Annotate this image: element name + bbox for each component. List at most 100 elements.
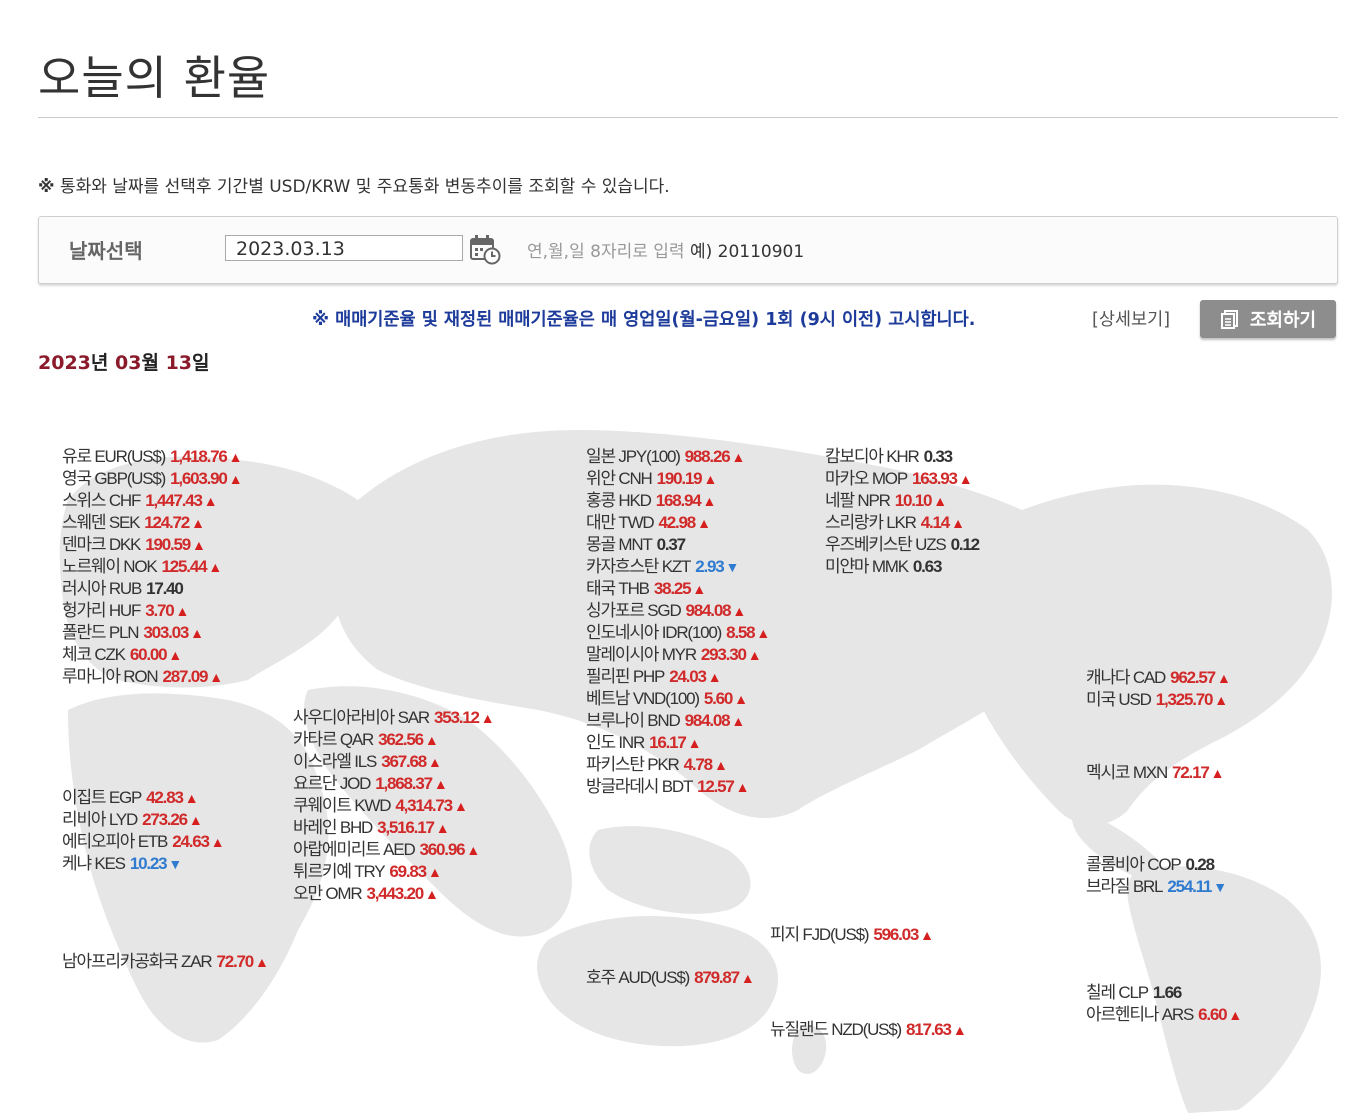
date-month: 03: [115, 352, 142, 374]
rate-item[interactable]: 케냐 KES 10.23 ▼: [62, 849, 182, 874]
up-triangle-icon: ▲: [1216, 670, 1231, 686]
rate-value: 3,443.20: [366, 884, 424, 903]
selected-date-heading: 2023년 03월 13일: [38, 348, 210, 375]
date-day: 13: [165, 352, 193, 374]
rate-item[interactable]: 남아프리카공화국 ZAR 72.70 ▲: [62, 947, 269, 972]
up-triangle-icon: ▲: [192, 537, 206, 553]
currency-label: 케냐 KES: [62, 854, 126, 873]
up-triangle-icon: ▲: [466, 842, 481, 858]
calendar-icon[interactable]: [469, 233, 501, 265]
up-triangle-icon: ▲: [184, 790, 199, 806]
up-triangle-icon: ▲: [191, 515, 205, 531]
rate-value: 817.63: [906, 1020, 952, 1039]
date-format-hint: 연,월,일 8자리로 입력 예) 20110901: [527, 237, 804, 262]
up-triangle-icon: ▲: [735, 779, 750, 795]
up-triangle-icon: ▲: [1214, 692, 1229, 708]
up-triangle-icon: ▲: [952, 1022, 967, 1038]
up-triangle-icon: ▲: [209, 669, 224, 685]
currency-label: 아르헨티나 ARS: [1086, 1005, 1194, 1024]
up-triangle-icon: ▲: [1210, 765, 1225, 781]
up-triangle-icon: ▲: [433, 776, 448, 792]
rate-value: 353.12: [433, 708, 480, 727]
query-button[interactable]: 조회하기: [1200, 300, 1336, 338]
hint-example: 예) 20110901: [689, 242, 805, 262]
up-triangle-icon: ▲: [188, 812, 203, 828]
date-month-unit: 월: [141, 352, 159, 374]
currency-label: 뉴질랜드 NZD(US$): [770, 1020, 902, 1039]
up-triangle-icon: ▲: [933, 493, 948, 509]
date-day-unit: 일: [192, 352, 210, 374]
up-triangle-icon: ▲: [208, 559, 223, 575]
rate-value: 287.09: [162, 667, 208, 686]
rate-value: 0.12: [950, 535, 981, 554]
query-button-label: 조회하기: [1249, 310, 1317, 331]
up-triangle-icon: ▲: [255, 954, 269, 970]
up-triangle-icon: ▲: [428, 754, 442, 770]
rate-value: 0.63: [912, 557, 943, 576]
up-triangle-icon: ▲: [958, 471, 973, 487]
currency-label: 미국 USD: [1086, 690, 1152, 709]
rate-value: 6.60: [1198, 1005, 1228, 1024]
rate-item[interactable]: 호주 AUD(US$) 879.87 ▲: [586, 963, 755, 988]
up-triangle-icon: ▲: [203, 493, 218, 509]
rate-item[interactable]: 루마니아 RON 287.09 ▲: [62, 662, 223, 687]
rate-value: 879.87: [694, 968, 740, 987]
rate-value: 10.23: [129, 854, 168, 873]
up-triangle-icon: ▲: [424, 732, 439, 748]
rate-item[interactable]: 미얀마 MMK 0.63: [825, 552, 943, 577]
up-triangle-icon: ▲: [687, 735, 702, 751]
date-input[interactable]: 2023.03.13: [225, 235, 463, 261]
up-triangle-icon: ▲: [435, 820, 450, 836]
currency-label: 남아프리카공화국 ZAR: [62, 952, 213, 971]
down-triangle-icon: ▼: [725, 559, 740, 575]
up-triangle-icon: ▲: [707, 669, 722, 685]
title-divider: [38, 117, 1338, 118]
up-triangle-icon: ▲: [692, 581, 707, 597]
up-triangle-icon: ▲: [228, 449, 243, 465]
up-triangle-icon: ▲: [427, 864, 442, 880]
down-triangle-icon: ▼: [168, 856, 183, 872]
rate-value: 596.03: [873, 925, 919, 944]
rate-item[interactable]: 아르헨티나 ARS 6.60 ▲: [1086, 1000, 1242, 1025]
up-triangle-icon: ▲: [756, 625, 771, 641]
rate-item[interactable]: 피지 FJD(US$) 596.03 ▲: [770, 920, 934, 945]
notice-body: 통화와 날짜를 선택후 기간별 USD/KRW 및 주요통화 변동추이를 조회할…: [59, 177, 670, 197]
currency-label: 피지 FJD(US$): [770, 925, 870, 944]
up-triangle-icon: ▲: [920, 927, 935, 943]
currency-label: 브라질 BRL: [1086, 877, 1164, 896]
rate-item[interactable]: 멕시코 MXN 72.17 ▲: [1086, 758, 1224, 783]
up-triangle-icon: ▲: [175, 603, 190, 619]
currency-label: 미얀마 MMK: [825, 557, 909, 576]
up-triangle-icon: ▲: [951, 515, 965, 531]
page-title: 오늘의 환율: [38, 51, 271, 105]
up-triangle-icon: ▲: [731, 449, 746, 465]
document-icon: [1220, 310, 1238, 329]
notice-mark: ※: [38, 177, 55, 197]
up-triangle-icon: ▲: [702, 493, 717, 509]
rate-value: 72.17: [1172, 763, 1210, 782]
up-triangle-icon: ▲: [740, 970, 755, 986]
rate-value: 254.11: [1167, 877, 1212, 896]
up-triangle-icon: ▲: [168, 647, 183, 663]
date-search-panel: 날짜선택 2023.03.13 연,월,일 8자리로 입력 예) 2011090…: [38, 216, 1338, 284]
world-rate-map: 유로 EUR(US$) 1,418.76 ▲ 영국 GBP(US$) 1,603.90 ▲…: [38, 390, 1338, 1113]
up-triangle-icon: ▲: [1228, 1007, 1243, 1023]
up-triangle-icon: ▲: [425, 886, 439, 902]
rate-value: 1,325.70: [1155, 690, 1214, 709]
rate-value: 72.70: [216, 952, 254, 971]
date-year-unit: 년: [90, 352, 109, 374]
up-triangle-icon: ▲: [697, 515, 711, 531]
up-triangle-icon: ▲: [734, 691, 748, 707]
up-triangle-icon: ▲: [453, 798, 468, 814]
currency-label: 방글라데시 BDT: [586, 777, 693, 796]
currency-label: 멕시코 MXN: [1086, 763, 1168, 782]
rate-item[interactable]: 오만 OMR 3,443.20 ▲: [293, 879, 439, 904]
rate-item[interactable]: 미국 USD 1,325.70 ▲: [1086, 685, 1228, 710]
rate-item[interactable]: 뉴질랜드 NZD(US$) 817.63 ▲: [770, 1015, 967, 1040]
hint-text: 연,월,일 8자리로 입력: [527, 242, 685, 262]
rate-item[interactable]: 방글라데시 BDT 12.57 ▲: [586, 772, 750, 797]
rate-item[interactable]: 브라질 BRL 254.11 ▼: [1086, 872, 1227, 897]
up-triangle-icon: ▲: [732, 603, 747, 619]
rate-value: 12.57: [697, 777, 735, 796]
detail-link[interactable]: [상세보기]: [1092, 306, 1170, 331]
